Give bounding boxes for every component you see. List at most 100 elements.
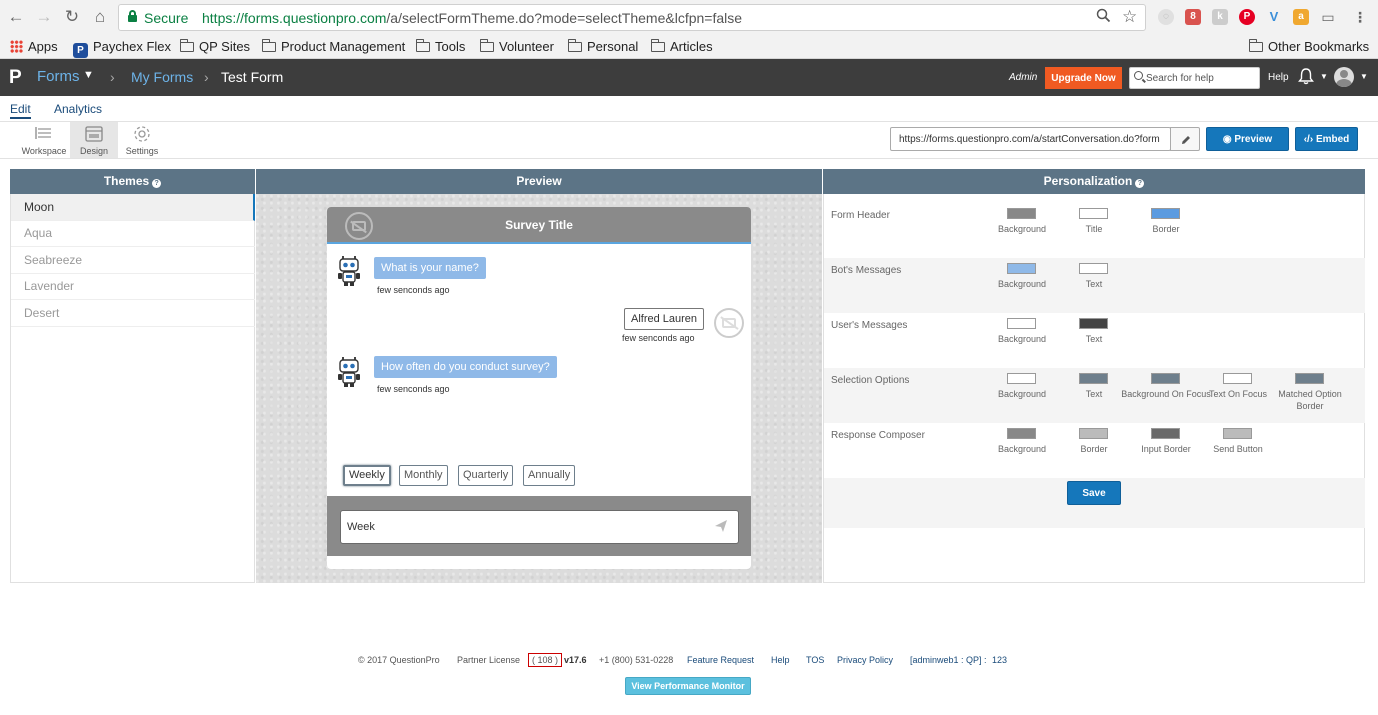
- calendar-extension-icon[interactable]: 8: [1185, 9, 1201, 25]
- folder-icon: [567, 39, 582, 52]
- theme-seabreeze[interactable]: Seabreeze: [11, 247, 255, 274]
- bookmark-personal[interactable]: Personal: [567, 38, 638, 56]
- theme-moon[interactable]: Moon: [11, 194, 255, 221]
- caret-down-icon[interactable]: ▼: [83, 69, 94, 81]
- help-search-input[interactable]: [1146, 70, 1256, 86]
- option-quarterly[interactable]: Quarterly: [458, 465, 514, 486]
- zoom-icon[interactable]: [1096, 8, 1111, 27]
- robot-avatar-icon: [338, 357, 360, 387]
- composer-field[interactable]: [340, 510, 739, 544]
- help-circle-icon[interactable]: ?: [152, 179, 162, 188]
- swatch-option-background[interactable]: [1007, 373, 1036, 384]
- workspace-label: Workspace: [21, 146, 67, 156]
- swatch-user-background[interactable]: [1007, 318, 1036, 329]
- v-extension-icon[interactable]: V: [1266, 9, 1282, 25]
- forms-menu[interactable]: Forms: [37, 68, 80, 85]
- help-circle-icon[interactable]: ?: [1135, 179, 1145, 188]
- send-icon[interactable]: [714, 519, 728, 533]
- partner-license-label: Partner License: [457, 655, 521, 665]
- k-extension-icon[interactable]: k: [1212, 9, 1228, 25]
- menu-dots-icon[interactable]: ⋮: [1352, 9, 1368, 25]
- survey-title: Survey Title: [505, 218, 573, 232]
- feature-request-link[interactable]: Feature Request: [687, 655, 754, 665]
- caret-down-icon[interactable]: ▼: [1320, 72, 1328, 81]
- folder-icon: [179, 39, 194, 52]
- avatar[interactable]: [1334, 67, 1354, 87]
- option-annually[interactable]: Annually: [523, 465, 576, 486]
- reload-icon[interactable]: ↻: [63, 8, 81, 26]
- upgrade-now-button[interactable]: Upgrade Now: [1045, 67, 1122, 89]
- tab-edit[interactable]: Edit: [10, 102, 31, 119]
- forward-arrow-icon[interactable]: →: [35, 8, 53, 26]
- breadcrumb-my-forms[interactable]: My Forms: [131, 69, 193, 85]
- theme-lavender[interactable]: Lavender: [11, 273, 255, 300]
- bookmark-qp-sites[interactable]: QP Sites: [179, 38, 250, 56]
- swatch-option-text-focus[interactable]: [1223, 373, 1252, 384]
- caret-down-icon[interactable]: ▼: [1360, 72, 1368, 81]
- help-search[interactable]: [1129, 67, 1260, 89]
- option-monthly[interactable]: Monthly: [399, 465, 448, 486]
- settings-tool[interactable]: Settings: [118, 122, 166, 158]
- bookmark-product-management[interactable]: Product Management: [261, 38, 405, 56]
- swatch-form-header-border[interactable]: [1151, 208, 1180, 219]
- cast-icon[interactable]: ▭: [1320, 9, 1336, 25]
- save-button[interactable]: Save: [1067, 481, 1121, 505]
- extension-icon[interactable]: ◌: [1158, 9, 1174, 25]
- swatch-form-header-background[interactable]: [1007, 208, 1036, 219]
- browser-toolbar: ← → ↻ ⌂ Secure https://forms.questionpro…: [0, 0, 1378, 35]
- bookmark-paychex[interactable]: P Paychex Flex: [73, 38, 171, 58]
- pinterest-icon[interactable]: P: [1239, 9, 1255, 25]
- swatch-composer-input-border[interactable]: [1151, 428, 1180, 439]
- bookmark-volunteer[interactable]: Volunteer: [479, 38, 554, 56]
- view-performance-monitor-button[interactable]: View Performance Monitor: [625, 677, 751, 695]
- admin-link[interactable]: Admin: [1009, 72, 1037, 83]
- theme-aqua[interactable]: Aqua: [11, 220, 255, 247]
- themes-header: Themes?: [10, 169, 255, 194]
- privacy-policy-link[interactable]: Privacy Policy: [837, 655, 893, 665]
- embed-button[interactable]: ‹/› Embed: [1295, 127, 1358, 151]
- footer-help-link[interactable]: Help: [771, 655, 790, 665]
- tos-link[interactable]: TOS: [806, 655, 824, 665]
- swatch-matched-option-border[interactable]: [1295, 373, 1324, 384]
- workspace-tool[interactable]: Workspace: [20, 122, 68, 158]
- option-weekly[interactable]: Weekly: [343, 465, 391, 486]
- address-bar[interactable]: Secure https://forms.questionpro.com/a/s…: [118, 4, 1146, 31]
- theme-desert[interactable]: Desert: [11, 300, 255, 327]
- swatch-form-header-title[interactable]: [1079, 208, 1108, 219]
- preview-button[interactable]: ◉ Preview: [1206, 127, 1289, 151]
- composer-input[interactable]: [347, 518, 697, 536]
- tab-analytics[interactable]: Analytics: [54, 102, 102, 116]
- workspace-icon: [35, 127, 51, 139]
- bookmarks-bar: Apps P Paychex Flex QP Sites Product Mana…: [0, 35, 1378, 59]
- edit-url-button[interactable]: [1170, 127, 1200, 151]
- back-arrow-icon[interactable]: ←: [7, 8, 25, 26]
- folder-icon: [261, 39, 276, 52]
- amazon-icon[interactable]: a: [1293, 9, 1309, 25]
- swatch-user-text[interactable]: [1079, 318, 1108, 329]
- design-tool[interactable]: Design: [70, 122, 118, 158]
- chevron-right-icon: ›: [110, 69, 115, 85]
- swatch-option-text[interactable]: [1079, 373, 1108, 384]
- other-bookmarks[interactable]: Other Bookmarks: [1248, 38, 1369, 56]
- bookmark-star-icon[interactable]: ☆: [1122, 7, 1137, 27]
- form-url-field[interactable]: [890, 127, 1171, 151]
- personalization-header: Personalization?: [823, 169, 1365, 194]
- message-time: few senconds ago: [377, 384, 450, 394]
- home-icon[interactable]: ⌂: [91, 8, 109, 26]
- questionpro-logo[interactable]: P: [9, 67, 22, 89]
- swatch-label: Text: [1085, 279, 1103, 289]
- help-link[interactable]: Help: [1268, 72, 1289, 83]
- form-url-input[interactable]: [891, 128, 1170, 150]
- swatch-bot-text[interactable]: [1079, 263, 1108, 274]
- swatch-label: Matched Option Border: [1278, 389, 1342, 411]
- url-text[interactable]: https://forms.questionpro.com/a/selectFo…: [202, 10, 742, 26]
- swatch-composer-background[interactable]: [1007, 428, 1036, 439]
- swatch-bot-background[interactable]: [1007, 263, 1036, 274]
- bookmark-articles[interactable]: Articles: [650, 38, 713, 56]
- swatch-composer-border[interactable]: [1079, 428, 1108, 439]
- swatch-composer-send-button[interactable]: [1223, 428, 1252, 439]
- bell-icon[interactable]: [1297, 67, 1315, 85]
- swatch-option-background-focus[interactable]: [1151, 373, 1180, 384]
- bookmark-tools[interactable]: Tools: [415, 38, 465, 56]
- bookmark-apps[interactable]: Apps: [10, 38, 58, 56]
